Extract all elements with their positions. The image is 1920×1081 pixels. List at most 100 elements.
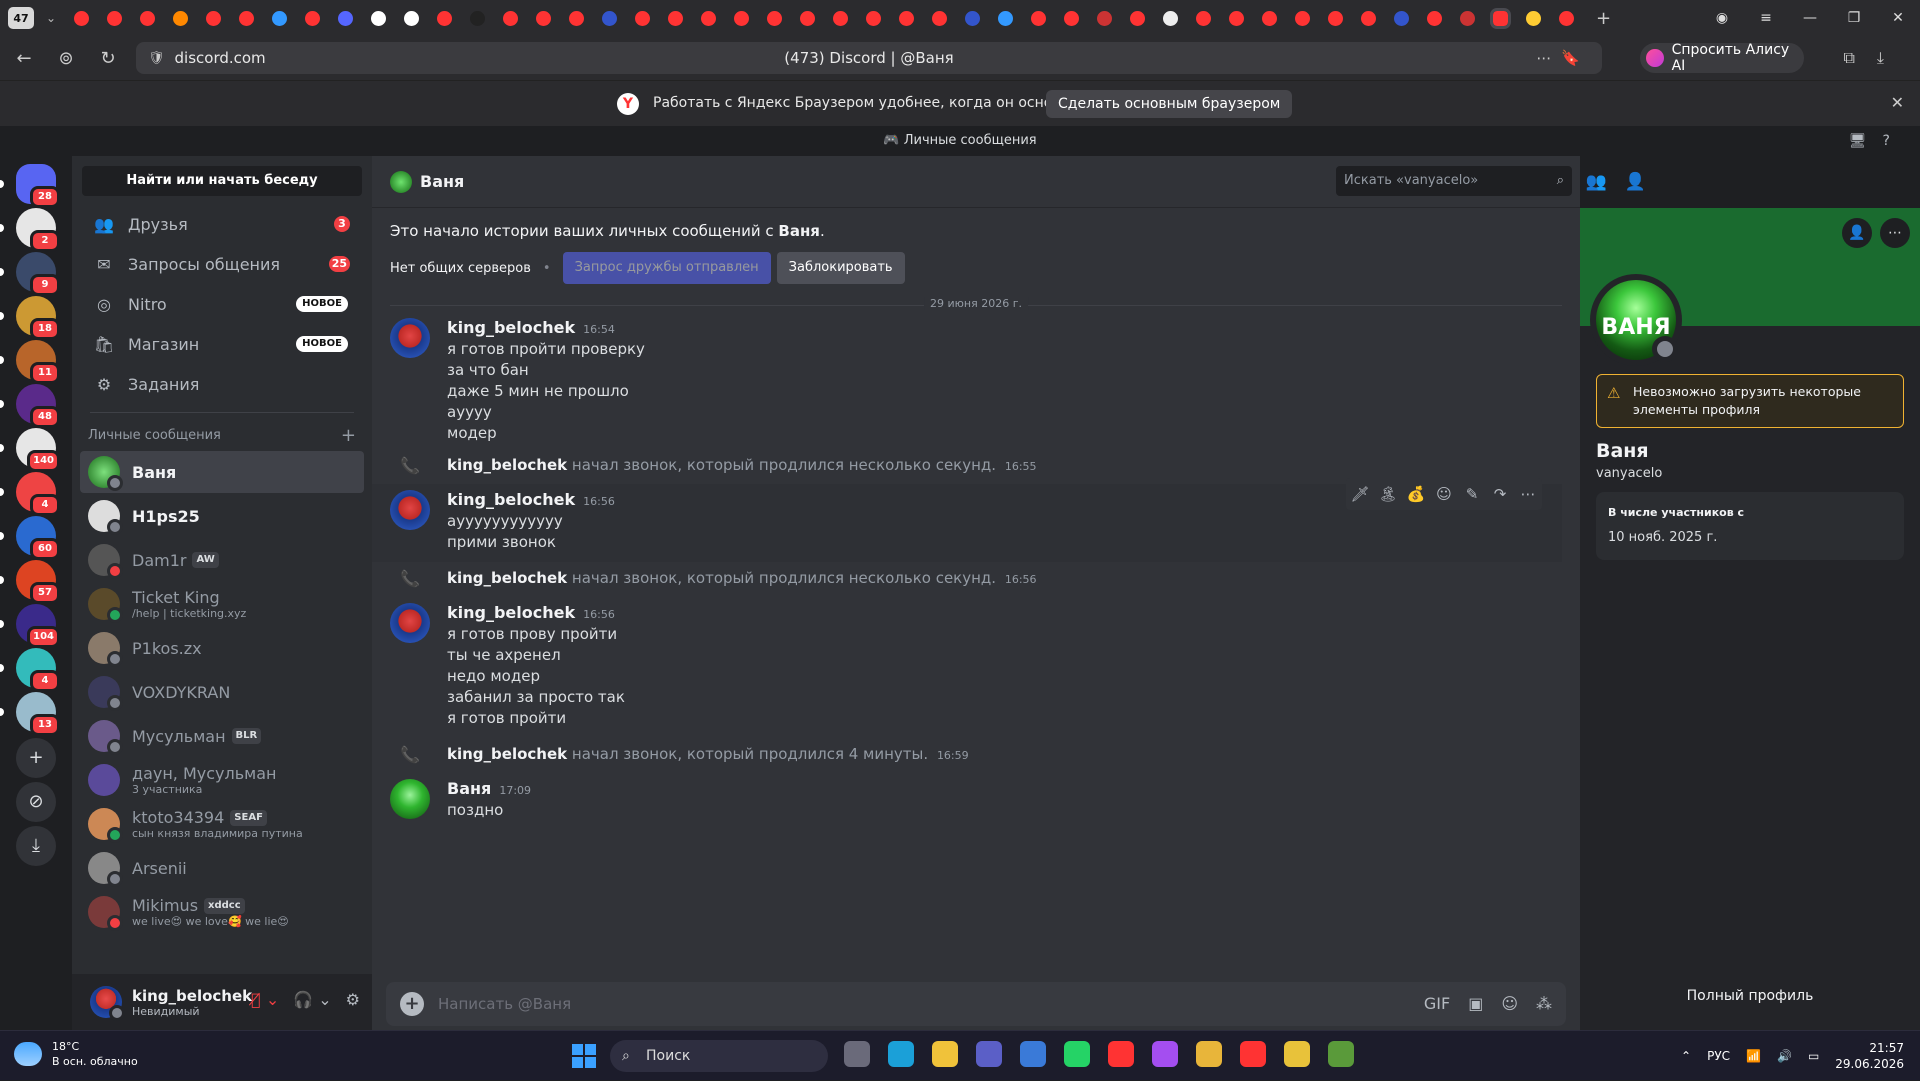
weather-widget[interactable]: 18°C В осн. облачно xyxy=(14,1039,138,1069)
dm-item[interactable]: Dam1r AW xyxy=(80,539,364,581)
full-profile-link[interactable]: Полный профиль xyxy=(1580,988,1920,1004)
tab-favicon[interactable] xyxy=(1394,10,1409,26)
avatar[interactable] xyxy=(390,779,430,819)
create-dm-icon[interactable]: + xyxy=(341,425,356,446)
profile-toggle-icon[interactable]: 👤 xyxy=(1625,172,1646,192)
message-group[interactable]: king_belochek 16:56 я готов прову пройти ты… xyxy=(372,597,1562,738)
tab-favicon[interactable] xyxy=(503,10,518,26)
dm-item[interactable]: даун, Мусульман 3 участника xyxy=(80,759,364,801)
yandex-browser-icon[interactable] xyxy=(1240,1041,1266,1067)
server-icon[interactable]: 18 xyxy=(16,296,60,340)
tab-favicon[interactable] xyxy=(800,10,815,26)
server-icon[interactable]: 11 xyxy=(16,340,60,384)
start-button[interactable] xyxy=(572,1044,596,1068)
message-author[interactable]: king_belochek xyxy=(447,318,575,337)
avatar[interactable] xyxy=(390,490,430,530)
tab-favicon[interactable] xyxy=(404,10,419,26)
upload-plus-icon[interactable]: + xyxy=(400,992,424,1016)
tab-favicon[interactable] xyxy=(1559,10,1574,26)
avatar[interactable] xyxy=(390,318,430,358)
tab-favicon[interactable] xyxy=(536,10,551,26)
nav-item[interactable]: ⚙ Задания xyxy=(80,364,364,404)
server-icon[interactable]: 57 xyxy=(16,560,60,604)
dm-item[interactable]: Mikimus xddcc we live😍 we love🥰 we lie😍 xyxy=(80,891,364,933)
avatar[interactable] xyxy=(90,986,125,1021)
edge-icon[interactable] xyxy=(888,1041,914,1067)
tab-favicon[interactable] xyxy=(965,10,980,26)
more-icon[interactable]: ⋯ xyxy=(1514,485,1542,503)
server-icon[interactable]: 2 xyxy=(16,208,60,252)
volume-icon[interactable]: 🔊 xyxy=(1777,1049,1792,1063)
tab-favicon[interactable] xyxy=(1460,10,1475,26)
download-button[interactable]: ⤓ xyxy=(16,826,56,866)
tab-favicon[interactable] xyxy=(1229,10,1244,26)
tab-favicon[interactable] xyxy=(173,10,188,26)
forward-icon[interactable]: ↷ xyxy=(1486,485,1514,503)
call-author[interactable]: king_belochek xyxy=(447,569,567,587)
server-icon[interactable]: 60 xyxy=(16,516,60,560)
dm-item[interactable]: Ваня xyxy=(80,451,364,493)
url-actions[interactable]: ⋯🔖 xyxy=(1536,49,1590,67)
call-author[interactable]: king_belochek xyxy=(447,456,567,474)
menu-icon[interactable]: ≡ xyxy=(1744,10,1788,26)
tab-favicon[interactable] xyxy=(866,10,881,26)
tab-favicon[interactable] xyxy=(239,10,254,26)
emoji-icon[interactable]: ☺ xyxy=(1501,994,1518,1013)
tab-favicon[interactable] xyxy=(767,10,782,26)
more-icon[interactable]: ⋯ xyxy=(1880,218,1910,248)
close-icon[interactable]: ✕ xyxy=(1891,93,1904,112)
tab-favicon[interactable] xyxy=(998,10,1013,26)
chat-header-name[interactable]: Ваня xyxy=(420,172,464,191)
chrome-icon[interactable] xyxy=(1196,1041,1222,1067)
add-friend-icon[interactable]: 👥 xyxy=(1586,172,1607,192)
headphones-icon[interactable]: 🎧 ⌄ xyxy=(293,990,331,1009)
tab-favicon[interactable] xyxy=(668,10,683,26)
server-icon[interactable]: 4 xyxy=(16,472,60,516)
dm-item[interactable]: ktoto34394 SEAF сын князя владимира путина xyxy=(80,803,364,845)
tab-favicon[interactable] xyxy=(1031,10,1046,26)
titlebar-icons[interactable]: 🖥? xyxy=(1849,126,1906,156)
server-icon[interactable]: 48 xyxy=(16,384,60,428)
tab-favicon[interactable] xyxy=(371,10,386,26)
reaction-icon[interactable]: 🏝 xyxy=(1374,485,1402,503)
tab-favicon[interactable] xyxy=(1163,10,1178,26)
nav-item[interactable]: 👥 Друзья 3 xyxy=(80,204,364,244)
gear-icon[interactable]: ⚙ xyxy=(346,990,360,1009)
tab-favicon[interactable] xyxy=(701,10,716,26)
tab-favicon[interactable] xyxy=(1328,10,1343,26)
chevron-up-icon[interactable]: ⌃ xyxy=(1681,1049,1691,1063)
tab-favicon[interactable] xyxy=(470,10,485,26)
call-author[interactable]: king_belochek xyxy=(447,745,567,763)
url-field[interactable]: 🛡 discord.com (473) Discord | @Ваня ⋯🔖 xyxy=(136,42,1602,74)
search-input[interactable]: Искать «vanyacelo» ⌕ xyxy=(1336,166,1572,196)
discover-button[interactable]: ⊘ xyxy=(16,782,56,822)
tab-favicon[interactable] xyxy=(932,10,947,26)
tab-favicon[interactable] xyxy=(734,10,749,26)
tab-favicon[interactable] xyxy=(1262,10,1277,26)
make-default-button[interactable]: Сделать основным браузером xyxy=(1046,90,1293,118)
tab-favicon[interactable] xyxy=(635,10,650,26)
server-icon[interactable]: 9 xyxy=(16,252,60,296)
message-author[interactable]: Ваня xyxy=(447,779,491,798)
alice-ai-button[interactable]: Спросить Алису AI xyxy=(1640,42,1804,74)
user-info[interactable]: king_belochek Невидимый xyxy=(132,987,252,1018)
tab-favicon[interactable] xyxy=(602,10,617,26)
find-conversation-button[interactable]: Найти или начать беседу xyxy=(82,166,362,196)
tab-favicon[interactable] xyxy=(437,10,452,26)
dm-item[interactable]: P1kos.zx xyxy=(80,627,364,669)
message-group[interactable]: Ваня 17:09 поздно xyxy=(372,773,1562,830)
tab-favicon[interactable] xyxy=(1130,10,1145,26)
yandex-protect-icon[interactable]: ⊚ xyxy=(48,48,84,69)
discord-home-button[interactable]: 28 xyxy=(16,164,60,208)
block-button[interactable]: Заблокировать xyxy=(776,252,905,284)
explorer-icon[interactable] xyxy=(932,1041,958,1067)
profile-icon[interactable]: ◉ xyxy=(1700,10,1744,26)
language-indicator[interactable]: РУС xyxy=(1707,1049,1730,1063)
avatar[interactable] xyxy=(390,170,412,193)
tab-favicon[interactable] xyxy=(1097,10,1112,26)
add-friend-icon[interactable]: 👤 xyxy=(1842,218,1872,248)
friend-request-sent-button[interactable]: Запрос дружбы отправлен xyxy=(562,252,771,284)
whatsapp-icon[interactable] xyxy=(1064,1041,1090,1067)
gif-icon[interactable]: GIF xyxy=(1424,994,1450,1013)
profile-avatar[interactable]: ВАНЯ xyxy=(1590,274,1682,366)
